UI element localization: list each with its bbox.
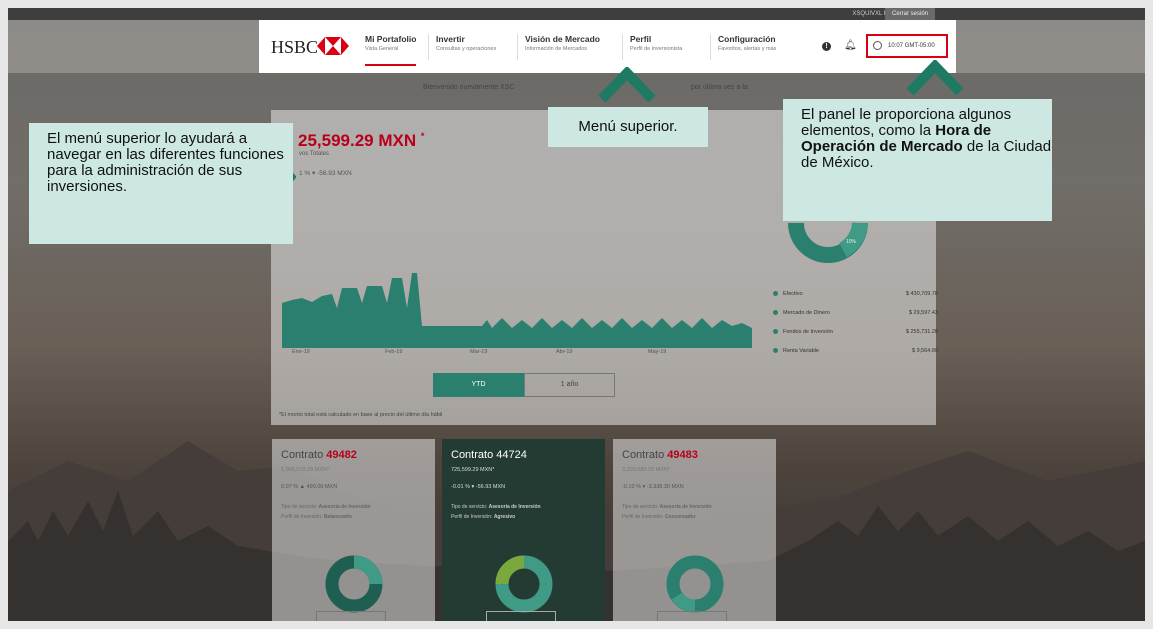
- nav-mi-portafolio[interactable]: Mi Portafolio Vista General: [365, 34, 417, 66]
- contract-donut-chart: [666, 555, 724, 613]
- contract-number: 49483: [667, 449, 698, 461]
- contract-title: Contrato 49483: [622, 449, 698, 461]
- nav-title: Mi Portafolio: [365, 34, 417, 44]
- balance-change: 1 % ▾ -56.93 MXN: [299, 170, 352, 177]
- balance-asterisk: *: [420, 131, 425, 141]
- investment-profile: Perfil de Inversión: Balanceado: [281, 514, 352, 520]
- callout-arrow-up-icon: [598, 67, 656, 103]
- donut-center-percent: 10%: [846, 239, 857, 245]
- legend-label: Mercado de Dinero: [783, 310, 830, 316]
- screen: XSQUIVXL HILTCN COSTRC Cerrar sesión HSB…: [8, 8, 1145, 621]
- footnote: *El monto total está calculado en base a…: [279, 412, 443, 418]
- top-strip: [8, 8, 1145, 20]
- legend-value: $ 9,564.80: [912, 348, 938, 354]
- clock-icon: [873, 41, 882, 50]
- contract-amount: 3,203,083.93 MXN*: [622, 467, 671, 473]
- contract-number: 49482: [326, 449, 357, 461]
- contract-title: Contrato 49482: [281, 449, 357, 461]
- nav-title: Visión de Mercado: [525, 34, 600, 44]
- service-type: Tipo de servicio: Asesoría de Inversión: [451, 504, 541, 510]
- bell-icon[interactable]: 🔔︎: [844, 40, 857, 51]
- legend-value: $ 29,597.43: [908, 310, 938, 316]
- last-login-message: por última vez a la: [691, 84, 748, 91]
- investment-profile: Perfil de Inversión: Conservador: [622, 514, 696, 520]
- nav-divider: [710, 34, 711, 60]
- nav-title: Perfil: [630, 34, 652, 44]
- legend-label: Renta Variable: [783, 348, 819, 354]
- service-type: Tipo de servicio: Asesoría de Inversión: [622, 504, 712, 510]
- nav-perfil[interactable]: Perfil Perfil de inversionista: [630, 34, 682, 52]
- contract-change: -0.01 % ▾ -56.93 MXN: [451, 484, 506, 490]
- contract-card[interactable]: Contrato 49482 1,000,539.29 MXN* 0.07 % …: [272, 439, 435, 621]
- nav-subtitle: Perfil de inversionista: [630, 46, 683, 52]
- contract-amount: 725,599.29 MXN*: [451, 467, 495, 473]
- contract-title: Contrato 44724: [451, 449, 527, 461]
- logout-button[interactable]: Cerrar sesión: [884, 8, 935, 20]
- balance-label: vos Totales: [299, 151, 329, 157]
- nav-title: Configuración: [718, 34, 776, 44]
- nav-subtitle: Favoritos, alertas y más: [718, 46, 777, 52]
- legend-item: Mercado de Dinero $ 29,597.43: [773, 310, 938, 316]
- hsbc-logo-text[interactable]: HSBC: [271, 37, 318, 58]
- alert-exclamation-icon[interactable]: !: [822, 42, 831, 51]
- total-balance: 25,599.29 MXN *: [298, 131, 425, 150]
- nav-subtitle: Consultas y operaciones: [436, 46, 497, 52]
- legend-value: $ 430,709.78: [905, 291, 938, 297]
- nav-subtitle: Información de Mercados: [525, 46, 588, 52]
- callout-top-menu-label: Menú superior.: [548, 107, 708, 147]
- contract-card[interactable]: Contrato 44724 725,599.29 MXN* -0.01 % ▾…: [442, 439, 605, 621]
- top-navigation-bar: HSBC Mi Portafolio Vista General Inverti…: [259, 20, 956, 73]
- callout-top-menu-help: El menú superior lo ayudará a navegar en…: [29, 123, 293, 244]
- contract-change: 0.07 % ▲ 490.00 MXN: [281, 484, 338, 490]
- one-year-button[interactable]: 1 año: [524, 373, 615, 397]
- callout-arrow-up-icon: [906, 60, 964, 96]
- service-type: Tipo de servicio: Asesoría de Inversión: [281, 504, 371, 510]
- callout-market-hours: El panel le proporciona algunos elemento…: [783, 99, 1052, 221]
- legend-label: Fondos de Inversión: [783, 329, 833, 335]
- nav-subtitle: Vista General: [365, 46, 399, 52]
- contract-amount: 1,000,539.29 MXN*: [281, 467, 330, 473]
- legend-dot: [773, 329, 778, 335]
- nav-title: Invertir: [436, 34, 465, 44]
- contract-detail-button[interactable]: [486, 611, 556, 621]
- clock-time: 10:07 GMT-05:00: [888, 43, 935, 49]
- legend-item: Efectivo $ 430,709.78: [773, 291, 938, 297]
- month-label: Feb-19: [385, 349, 403, 355]
- nav-vision-de-mercado[interactable]: Visión de Mercado Información de Mercado…: [525, 34, 600, 52]
- contract-number: 44724: [496, 449, 527, 461]
- month-label: May-19: [648, 349, 667, 355]
- nav-configuracion[interactable]: Configuración Favoritos, alertas y más: [718, 34, 776, 52]
- legend-item: Renta Variable $ 9,564.80: [773, 348, 938, 354]
- contract-detail-button[interactable]: [316, 611, 386, 621]
- hsbc-hexagon-logo-icon[interactable]: [317, 37, 349, 55]
- nav-divider: [622, 34, 623, 60]
- ytd-button[interactable]: YTD: [433, 373, 524, 397]
- nav-divider: [517, 34, 518, 60]
- legend-label: Efectivo: [783, 291, 803, 297]
- welcome-message: Bienvenido nuevamente XSC: [423, 84, 515, 91]
- legend-value: $ 255,731.28: [905, 329, 938, 335]
- contract-card[interactable]: Contrato 49483 3,203,083.93 MXN* -0.10 %…: [613, 439, 776, 621]
- month-label: Ene-19: [292, 349, 310, 355]
- portfolio-area-chart: [282, 273, 752, 348]
- contract-detail-button[interactable]: [657, 611, 727, 621]
- legend-dot: [773, 291, 778, 297]
- market-time-clock: 10:07 GMT-05:00: [866, 34, 948, 58]
- nav-divider: [428, 34, 429, 60]
- contract-donut-chart: [495, 555, 553, 613]
- month-label: Mar-19: [470, 349, 488, 355]
- nav-invertir[interactable]: Invertir Consultas y operaciones: [436, 34, 496, 52]
- investment-profile: Perfil de Inversión: Agresivo: [451, 514, 516, 520]
- contract-donut-chart: [325, 555, 383, 613]
- legend-item: Fondos de Inversión $ 255,731.28: [773, 329, 938, 335]
- month-label: Abr-19: [556, 349, 573, 355]
- legend-dot: [773, 348, 778, 354]
- legend-dot: [773, 310, 778, 316]
- contract-change: -0.10 % ▾ -3,338.30 MXN: [622, 484, 684, 490]
